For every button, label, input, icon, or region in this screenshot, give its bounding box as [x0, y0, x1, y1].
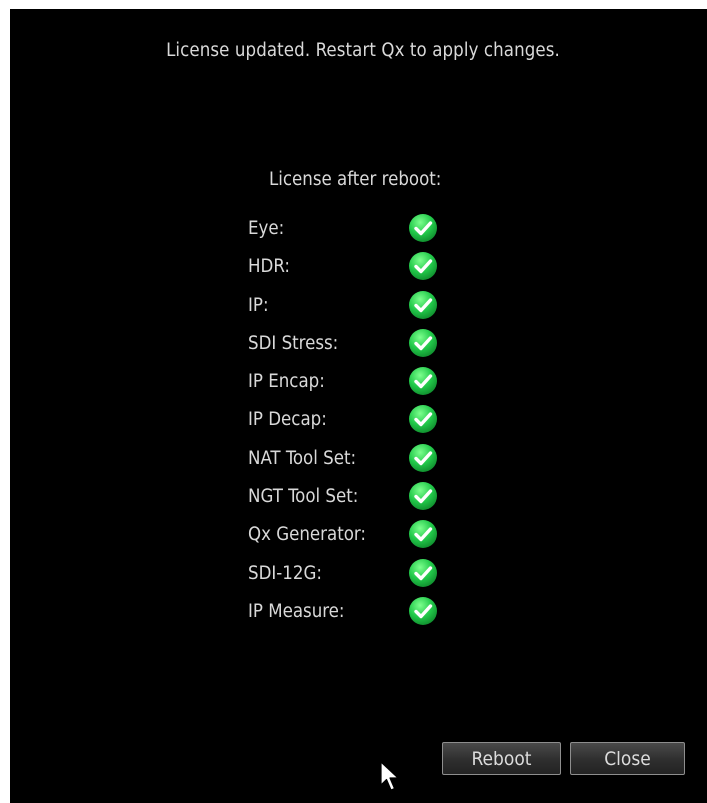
check-circle-icon	[409, 328, 437, 357]
check-circle-icon	[409, 596, 437, 625]
license-row-ip-decap: IP Decap:	[248, 402, 508, 440]
license-label: IP Measure:	[248, 600, 345, 622]
license-updated-message: License updated. Restart Qx to apply cha…	[166, 40, 560, 61]
license-label: SDI-12G:	[248, 562, 322, 584]
license-row-ip-encap: IP Encap:	[248, 364, 508, 402]
license-row-nat-tool-set: NAT Tool Set:	[248, 441, 508, 479]
license-row-ngt-tool-set: NGT Tool Set:	[248, 479, 508, 517]
close-button[interactable]: Close	[570, 742, 685, 775]
reboot-button[interactable]: Reboot	[442, 742, 561, 775]
license-label: SDI Stress:	[248, 332, 339, 354]
license-label: NGT Tool Set:	[248, 486, 359, 508]
check-circle-icon	[409, 520, 437, 549]
check-circle-icon	[409, 482, 437, 511]
license-label: IP Encap:	[248, 371, 325, 393]
check-circle-icon	[409, 367, 437, 396]
license-row-ip: IP:	[248, 288, 508, 326]
license-row-hdr: HDR:	[248, 249, 508, 287]
license-row-ip-measure: IP Measure:	[248, 594, 508, 632]
license-label: HDR:	[248, 256, 290, 278]
license-label: NAT Tool Set:	[248, 447, 357, 469]
license-label: Qx Generator:	[248, 524, 367, 546]
license-label: IP Decap:	[248, 409, 327, 431]
check-circle-icon	[409, 558, 437, 587]
check-circle-icon	[409, 443, 437, 472]
check-circle-icon	[409, 252, 437, 281]
license-row-qx-generator: Qx Generator:	[248, 517, 508, 555]
license-dialog: License updated. Restart Qx to apply cha…	[10, 9, 707, 803]
check-circle-icon	[409, 405, 437, 434]
license-row-eye: Eye:	[248, 211, 508, 249]
license-row-sdi-stress: SDI Stress:	[248, 326, 508, 364]
license-label: Eye:	[248, 218, 285, 239]
check-circle-icon	[409, 290, 437, 319]
license-label: IP:	[248, 294, 269, 316]
mouse-pointer-icon	[380, 761, 399, 791]
license-row-sdi-12g: SDI-12G:	[248, 556, 508, 594]
check-circle-icon	[409, 214, 437, 242]
license-after-reboot-heading: License after reboot:	[269, 169, 442, 190]
license-list: Eye: HDR: IP: SDI Stress: IP Encap: IP D…	[248, 211, 508, 632]
